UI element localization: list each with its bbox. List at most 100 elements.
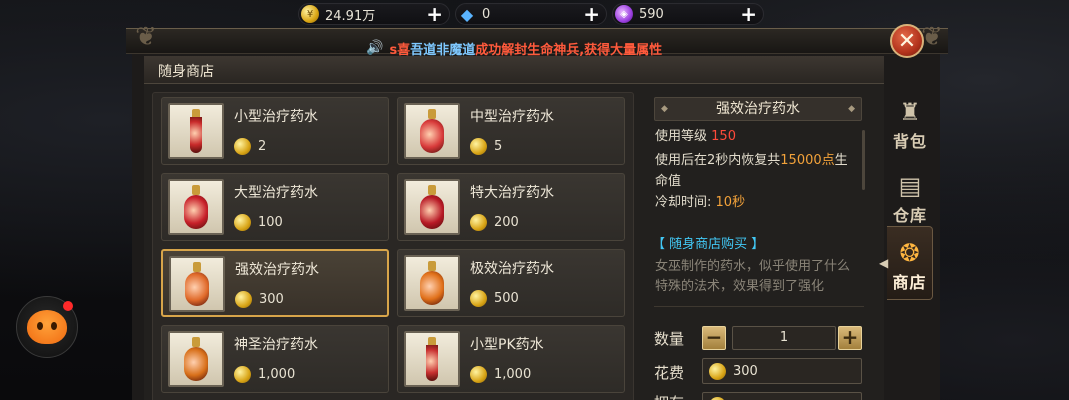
item-name: 中型治疗药水 <box>470 109 554 125</box>
add-crystal-button[interactable]: + <box>740 4 757 24</box>
shop-item[interactable]: 极效治疗药水 500 <box>397 249 625 317</box>
diamond-value: 0 <box>482 6 491 22</box>
item-name: 大型治疗药水 <box>234 185 318 201</box>
tab-label: 背包 <box>892 132 927 151</box>
price-value: 5 <box>494 139 503 154</box>
tab-pointer-icon: ◀ <box>879 256 889 270</box>
potion-icon <box>404 103 460 159</box>
item-name: 神圣治疗药水 <box>234 337 318 353</box>
gold-coin-icon <box>709 362 726 380</box>
shop-item[interactable]: 强效治疗药水 300 <box>161 249 389 317</box>
shop-item[interactable]: 小型治疗药水 2 <box>161 97 389 165</box>
cost-value: 300 <box>733 363 758 379</box>
item-price: 2 <box>234 138 266 155</box>
add-diamond-button[interactable]: + <box>583 4 600 24</box>
level-line: 使用等级 150 <box>655 126 736 147</box>
add-gold-button[interactable]: + <box>426 4 443 24</box>
mascot-face-icon <box>27 310 67 344</box>
quantity-input[interactable]: 1 <box>732 326 836 350</box>
notice-text-2: 成功解封生命神兵,获得大量属性 <box>475 42 663 58</box>
notice-text-1: s喜 <box>389 42 411 58</box>
detail-item-name: 强效治疗药水 <box>716 101 800 117</box>
shop-item[interactable]: 大型治疗药水 100 <box>161 173 389 241</box>
effect-text-end: 生 <box>834 153 848 168</box>
item-name: 极效治疗药水 <box>470 261 554 277</box>
effect-text: 使用后在2秒内恢复共 <box>655 153 781 168</box>
notice-player-name: 吾道非魔道 <box>410 42 476 58</box>
shop-icon: ❂ <box>899 239 920 267</box>
shop-item[interactable]: 中型治疗药水 5 <box>397 97 625 165</box>
notification-dot <box>63 301 73 311</box>
item-description-1: 女巫制作的药水，似乎使用了什么 <box>655 259 851 274</box>
cooldown-line: 冷却时间: 10秒 <box>655 192 745 213</box>
broadcast-notice: 🔊 s喜 吾道非魔道 成功解封生命神兵,获得大量属性 <box>366 38 682 58</box>
gold-coin-icon <box>709 396 726 400</box>
gold-coin-icon <box>470 290 487 307</box>
item-price: 300 <box>235 291 284 308</box>
quantity-label: 数量 <box>654 330 685 348</box>
gold-coin-icon <box>235 291 252 308</box>
cost-label: 花费 <box>654 364 685 382</box>
panel-title-bar: 随身商店 <box>144 56 884 84</box>
item-source: 【 随身商店购买 】 <box>652 237 765 252</box>
potion-icon <box>168 179 224 235</box>
item-name: 小型治疗药水 <box>234 109 318 125</box>
item-name: 特大治疗药水 <box>470 185 554 201</box>
diamond-resource: ◆ 0 + <box>455 3 607 25</box>
level-label: 使用等级 <box>655 129 708 144</box>
shop-item[interactable]: 小型PK药水 1,000 <box>397 325 625 393</box>
description-scrollbar[interactable] <box>862 130 865 190</box>
item-price: 200 <box>470 214 519 231</box>
item-price: 5 <box>470 138 502 155</box>
price-value: 200 <box>494 215 519 230</box>
level-value: 150 <box>711 129 736 144</box>
tab-label: 仓库 <box>892 206 927 225</box>
warehouse-icon: ▤ <box>898 172 922 200</box>
price-value: 1,000 <box>258 367 296 382</box>
item-price: 1,000 <box>470 366 531 383</box>
quantity-row: 数量 − 1 + <box>654 326 864 352</box>
gold-resource: ¥ 24.91万 + <box>298 3 450 25</box>
gold-value: 24.91万 <box>325 8 376 24</box>
item-grid: 小型治疗药水 2 中型治疗药水 5 大型治疗药水 100 特大治疗药水 200 强效治疗药水 30… <box>152 92 634 400</box>
crystal-value: 590 <box>639 6 664 22</box>
tab-warehouse[interactable]: ▤ 仓库 <box>887 158 933 232</box>
gold-coin-icon <box>470 214 487 231</box>
item-price: 100 <box>234 214 283 231</box>
effect-value: 15000点 <box>780 153 835 168</box>
quantity-plus-button[interactable]: + <box>838 326 862 350</box>
tab-backpack[interactable]: ♜ 背包 <box>887 84 933 158</box>
diamond-icon: ◆ <box>460 4 474 24</box>
shop-item[interactable]: 神圣治疗药水 1,000 <box>161 325 389 393</box>
cooldown-label: 冷却时间: <box>655 195 712 210</box>
gold-coin-icon <box>470 366 487 383</box>
potion-icon <box>168 103 224 159</box>
potion-icon <box>404 331 460 387</box>
divider <box>654 306 864 307</box>
potion-icon <box>404 179 460 235</box>
close-button[interactable]: ✕ <box>890 24 924 58</box>
price-value: 100 <box>258 215 283 230</box>
crystal-resource: ◈ 590 + <box>612 3 764 25</box>
item-name: 小型PK药水 <box>470 337 544 353</box>
diamond-deco-left-icon: ◆ <box>661 104 668 114</box>
backpack-icon: ♜ <box>899 98 921 126</box>
diamond-deco-right-icon: ◆ <box>848 104 855 114</box>
dragon-ornament-left-icon: ❦ <box>135 22 157 52</box>
tab-label: 商店 <box>892 273 927 292</box>
tab-shop[interactable]: ❂ 商店 <box>887 226 933 300</box>
assistant-mascot-button[interactable] <box>16 296 78 358</box>
gold-coin-icon <box>234 214 251 231</box>
item-name: 强效治疗药水 <box>235 262 319 278</box>
price-value: 1,000 <box>494 367 532 382</box>
shop-item[interactable]: 特大治疗药水 200 <box>397 173 625 241</box>
speaker-icon: 🔊 <box>366 40 384 56</box>
item-description-2: 特殊的法术，效果得到了强化 <box>655 279 825 294</box>
item-price: 1,000 <box>234 366 295 383</box>
gold-coin-icon <box>234 138 251 155</box>
price-value: 300 <box>259 292 284 307</box>
quantity-minus-button[interactable]: − <box>702 326 726 350</box>
detail-title: ◆ 强效治疗药水 ◆ <box>654 97 862 121</box>
item-price: 500 <box>470 290 519 307</box>
potion-icon <box>404 255 460 311</box>
